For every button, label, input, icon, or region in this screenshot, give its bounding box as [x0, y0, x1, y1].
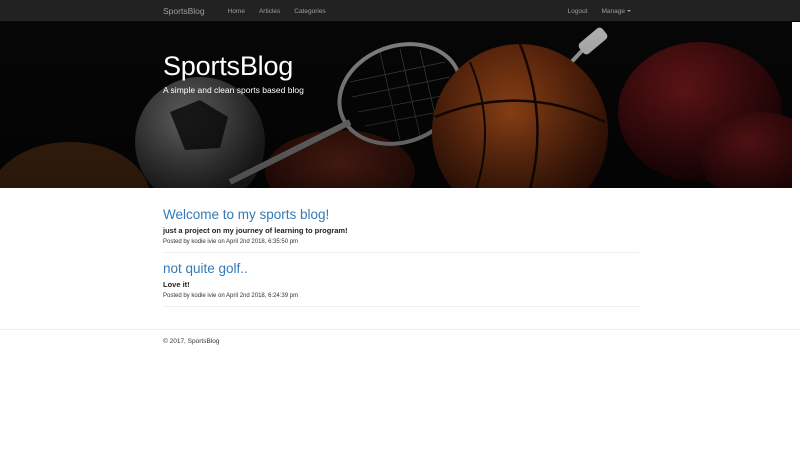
nav-link-categories[interactable]: Categories [287, 8, 332, 15]
manage-dropdown[interactable]: Manage [595, 8, 639, 15]
navbar-container: SportsBlog Home Articles Categories Logo… [158, 0, 638, 22]
sports-balls-background-image [0, 22, 792, 188]
nav-link-articles[interactable]: Articles [252, 8, 287, 15]
manage-dropdown-label: Manage [601, 7, 626, 15]
hero-banner: SportsBlog A simple and clean sports bas… [0, 22, 792, 188]
caret-down-icon [627, 9, 631, 12]
post-meta: Posted by kodie ivie on April 2nd 2018, … [163, 293, 299, 299]
top-navbar: SportsBlog Home Articles Categories Logo… [0, 0, 800, 22]
post-excerpt: just a project on my journey of learning… [163, 226, 348, 235]
hero-subtitle: A simple and clean sports based blog [163, 85, 304, 95]
footer-divider [0, 329, 800, 330]
post-list: Welcome to my sports blog! just a projec… [163, 206, 639, 314]
post-excerpt: Love it! [163, 280, 190, 289]
post-meta: Posted by kodie ivie on April 2nd 2018, … [163, 239, 299, 245]
nav-link-home[interactable]: Home [221, 8, 252, 15]
logout-link[interactable]: Logout [561, 8, 595, 15]
navbar-right: Logout Manage [561, 8, 638, 15]
footer-copyright: © 2017, SportsBlog [163, 338, 220, 345]
hero-text: SportsBlog A simple and clean sports bas… [163, 50, 304, 95]
post-title-link[interactable]: Welcome to my sports blog! [163, 206, 639, 224]
hero-title: SportsBlog [163, 51, 294, 81]
navbar-brand[interactable]: SportsBlog [158, 6, 210, 16]
post-title-link[interactable]: not quite golf.. [163, 260, 639, 278]
post-item: not quite golf.. Love it! Posted by kodi… [163, 260, 639, 307]
post-item: Welcome to my sports blog! just a projec… [163, 206, 639, 253]
